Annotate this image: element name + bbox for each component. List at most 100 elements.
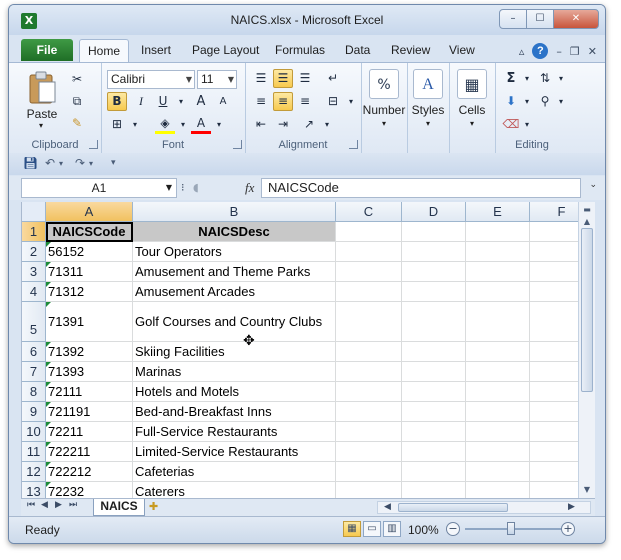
tab-review[interactable]: Review (391, 43, 430, 57)
cell-naics-desc[interactable]: Marinas (133, 362, 336, 382)
undo-dropdown-icon[interactable]: ▾ (59, 159, 63, 168)
cell-empty[interactable] (402, 402, 466, 422)
column-header-a[interactable]: A (46, 202, 133, 222)
cell-empty[interactable] (466, 242, 530, 262)
cell-empty[interactable] (530, 242, 578, 262)
cell-empty[interactable] (466, 282, 530, 302)
minimize-ribbon-icon[interactable]: ▵ (519, 45, 525, 58)
spreadsheet-grid[interactable]: A B C D E F 1 NAICSCode NAICSDesc 2 5615… (21, 202, 578, 498)
autosum-dropdown-icon[interactable]: ▾ (517, 69, 537, 88)
cell-naics-code[interactable]: 71392 (46, 342, 133, 362)
clear-dropdown-icon[interactable]: ▾ (517, 115, 537, 134)
cell-naics-code[interactable]: 71312 (46, 282, 133, 302)
cell-naics-code[interactable]: 72211 (46, 422, 133, 442)
last-sheet-icon[interactable]: ⏭ (69, 500, 77, 510)
cell-empty[interactable] (402, 382, 466, 402)
clipboard-launcher-icon[interactable] (89, 140, 98, 149)
align-center-icon[interactable]: ≡ (273, 92, 293, 111)
cells-icon[interactable]: ▦ (457, 69, 487, 99)
row-header[interactable]: 8 (22, 382, 46, 402)
cell-naics-code[interactable]: 72232 (46, 482, 133, 498)
cell-empty[interactable] (466, 402, 530, 422)
cell-empty[interactable] (402, 362, 466, 382)
close-button[interactable]: ✕ (553, 9, 599, 29)
column-header-f[interactable]: F (530, 202, 578, 222)
bold-button[interactable]: B (107, 92, 127, 111)
maximize-button[interactable]: ☐ (526, 9, 554, 29)
cell-empty[interactable] (466, 222, 530, 242)
cancel-entry-icon[interactable]: ◖ (193, 181, 199, 194)
tab-view[interactable]: View (449, 43, 475, 57)
cell-empty[interactable] (336, 482, 402, 498)
underline-button[interactable]: U (153, 92, 173, 111)
tab-page-layout[interactable]: Page Layout (192, 43, 259, 57)
cell-empty[interactable] (530, 342, 578, 362)
page-layout-view-icon[interactable]: ▭ (363, 521, 381, 537)
cell-naics-desc[interactable]: Cafeterias (133, 462, 336, 482)
cell-empty[interactable] (466, 422, 530, 442)
column-header-c[interactable]: C (336, 202, 402, 222)
cell-empty[interactable] (402, 442, 466, 462)
restore-workbook-icon[interactable]: – (556, 45, 562, 58)
cell-empty[interactable] (530, 382, 578, 402)
horizontal-scroll-thumb[interactable] (398, 503, 508, 512)
cells-dropdown-icon[interactable]: ▾ (449, 119, 495, 128)
cell-empty[interactable] (402, 262, 466, 282)
sheet-tab-naics[interactable]: NAICS (93, 499, 145, 516)
italic-button[interactable]: I (131, 92, 151, 111)
name-box-dropdown-icon[interactable]: ▼ (166, 179, 172, 197)
cell-empty[interactable] (466, 362, 530, 382)
cell-empty[interactable] (336, 462, 402, 482)
copy-icon[interactable]: ⧉ (67, 92, 87, 111)
cell-naics-code[interactable]: 71393 (46, 362, 133, 382)
prev-sheet-icon[interactable]: ◀ (41, 500, 48, 510)
row-header[interactable]: 1 (22, 222, 46, 242)
cell-empty[interactable] (530, 362, 578, 382)
cell-empty[interactable] (402, 422, 466, 442)
vertical-scroll-thumb[interactable] (581, 228, 593, 392)
cell-empty[interactable] (336, 402, 402, 422)
zoom-slider-knob[interactable] (507, 522, 515, 535)
align-left-icon[interactable]: ≡ (251, 92, 271, 111)
split-box-icon[interactable]: ▬ (581, 204, 593, 216)
paste-button[interactable]: Paste (21, 107, 63, 121)
cell-empty[interactable] (530, 262, 578, 282)
cell-empty[interactable] (336, 242, 402, 262)
merge-center-icon[interactable]: ⊟ (323, 92, 343, 111)
page-break-view-icon[interactable]: ▥ (383, 521, 401, 537)
column-header-d[interactable]: D (402, 202, 466, 222)
font-color-button[interactable]: A (191, 115, 211, 134)
cell-empty[interactable] (530, 462, 578, 482)
cell-naics-desc[interactable]: Full-Service Restaurants (133, 422, 336, 442)
cell-naics-code[interactable]: 722211 (46, 442, 133, 462)
align-middle-icon[interactable]: ☰ (273, 69, 293, 88)
cell-empty[interactable] (336, 422, 402, 442)
vertical-scrollbar[interactable]: ▬ ▲ ▼ (578, 202, 595, 498)
cell-naics-code[interactable]: 71311 (46, 262, 133, 282)
cell-empty[interactable] (530, 222, 578, 242)
find-select-dropdown-icon[interactable]: ▾ (551, 92, 571, 111)
orientation-icon[interactable]: ↗ (299, 115, 319, 134)
cell-naics-desc[interactable]: Amusement and Theme Parks (133, 262, 336, 282)
select-all-corner[interactable] (22, 202, 46, 222)
save-icon[interactable]: 💾︎ (23, 156, 38, 170)
sort-filter-dropdown-icon[interactable]: ▾ (551, 69, 571, 88)
underline-dropdown-icon[interactable]: ▾ (171, 92, 191, 111)
cell-empty[interactable] (466, 382, 530, 402)
cell-b1[interactable]: NAICSDesc (133, 222, 336, 242)
styles-button[interactable]: Styles (407, 103, 449, 117)
workbook-restore-icon[interactable]: ❐ (570, 45, 580, 58)
fill-color-dropdown-icon[interactable]: ▾ (173, 115, 193, 134)
normal-view-icon[interactable]: ▦ (343, 521, 361, 537)
fill-dropdown-icon[interactable]: ▾ (517, 92, 537, 111)
cell-naics-code[interactable]: 56152 (46, 242, 133, 262)
cell-empty[interactable] (530, 282, 578, 302)
row-header[interactable]: 3 (22, 262, 46, 282)
align-bottom-icon[interactable]: ☰ (295, 69, 315, 88)
cell-naics-code[interactable]: 72111 (46, 382, 133, 402)
cell-empty[interactable] (402, 302, 466, 342)
cell-empty[interactable] (402, 282, 466, 302)
help-icon[interactable]: ? (532, 43, 549, 59)
merge-dropdown-icon[interactable]: ▾ (341, 92, 361, 111)
cell-empty[interactable] (402, 462, 466, 482)
